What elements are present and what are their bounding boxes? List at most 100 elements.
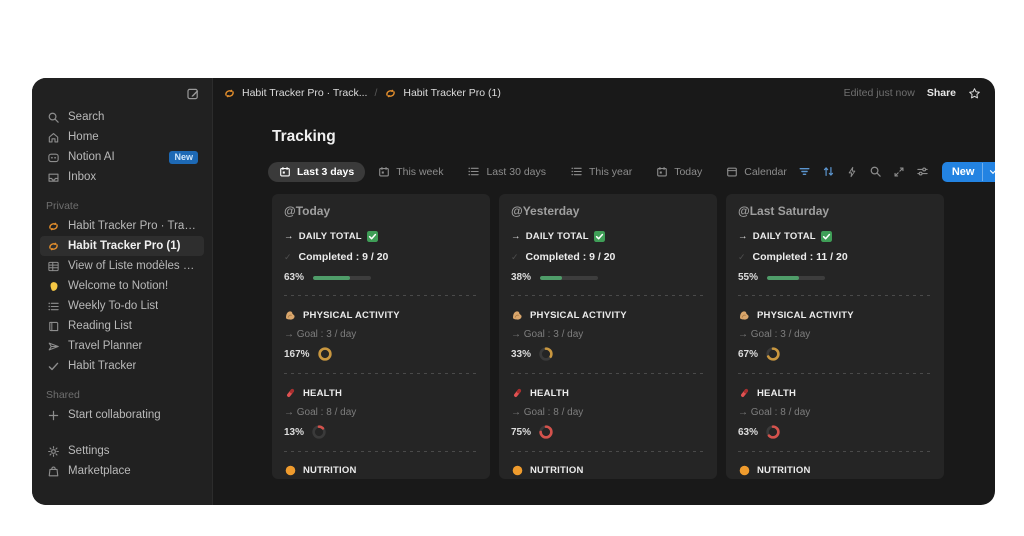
expand-icon[interactable] [893, 166, 905, 178]
breadcrumb-item[interactable]: Habit Tracker Pro · Track... [223, 87, 367, 100]
share-button[interactable]: Share [927, 87, 956, 99]
search-icon[interactable] [869, 165, 882, 178]
sidebar-item[interactable]: Welcome to Notion! [40, 276, 204, 296]
column-title: @Today [284, 204, 478, 218]
view-bar: Last 3 days This week Last 30 days This yea… [268, 161, 981, 182]
new-button-label[interactable]: New [942, 162, 983, 182]
sidebar-item-home[interactable]: Home [40, 127, 204, 147]
calendar-icon [378, 166, 390, 178]
habit-section-name: PHYSICAL ACTIVITY [303, 310, 400, 321]
daily-total-row: → DAILY TOTAL [511, 231, 705, 242]
view-tab-label: Today [674, 166, 702, 178]
view-tab-this-week[interactable]: This week [367, 162, 454, 182]
sidebar-item[interactable]: Weekly To-do List [40, 296, 204, 316]
sidebar-item[interactable]: Start collaborating [40, 405, 204, 425]
chevron-down-icon[interactable] [982, 163, 995, 181]
sidebar-item-label: Reading List [68, 320, 132, 332]
search-icon [46, 111, 60, 124]
sidebar-item[interactable]: Travel Planner [40, 336, 204, 356]
pill-icon [284, 387, 296, 399]
habit-percent: 67% [738, 349, 758, 360]
orange-dot-icon [284, 465, 296, 476]
completed-value: Completed : 11 / 20 [753, 251, 848, 263]
sort-icon[interactable] [822, 165, 835, 178]
new-button[interactable]: New [942, 162, 995, 182]
habit-logo-icon [384, 87, 397, 100]
column-title: @Yesterday [511, 204, 705, 218]
pill-icon [511, 387, 523, 399]
table-icon [46, 260, 60, 273]
habit-percent-row: 33% [511, 347, 705, 361]
sidebar-item-search[interactable]: Search [40, 107, 204, 127]
home-icon [46, 131, 60, 144]
sidebar-item-label: Habit Tracker Pro · Tracking habits [68, 220, 198, 232]
habit-section-name: NUTRITION [303, 465, 357, 476]
sidebar-item-label: Inbox [68, 171, 96, 183]
inbox-icon [46, 171, 60, 184]
list-icon [570, 165, 583, 178]
sidebar-item[interactable]: Habit Tracker Pro · Tracking habits [40, 216, 204, 236]
plane-icon [46, 340, 60, 353]
sidebar-item-label: Welcome to Notion! [68, 280, 168, 292]
habit-section-name: NUTRITION [530, 465, 584, 476]
notion-window: Search HomeNotion AINew Inbox Private Habit… [32, 78, 995, 505]
habit-goal: → Goal : 3 / day [738, 329, 932, 340]
board-column-card[interactable]: @Today → DAILY TOTAL ✓ Completed : 9 / 2… [272, 194, 490, 479]
view-tab-today[interactable]: Today [645, 162, 713, 182]
tune-icon[interactable] [916, 165, 929, 178]
breadcrumb: Habit Tracker Pro · Track.../Habit Track… [223, 87, 501, 100]
favorite-star-icon[interactable] [968, 87, 981, 100]
habit-percent: 75% [511, 427, 531, 438]
sidebar-section-label: Private [46, 200, 198, 212]
sidebar-item[interactable]: Reading List [40, 316, 204, 336]
sidebar-item-label: View of Liste modèles Notion (E... [68, 260, 198, 272]
view-tab-this-year[interactable]: This year [559, 161, 643, 182]
filter-icon[interactable] [798, 165, 811, 178]
progress-bar [767, 276, 825, 280]
sidebar-item[interactable]: View of Liste modèles Notion (E... [40, 256, 204, 276]
bag-icon [46, 465, 60, 478]
muscle-icon [284, 309, 296, 321]
view-tab-last-30-days[interactable]: Last 30 days [456, 161, 557, 182]
view-tab-label: Calendar [744, 166, 787, 178]
daily-percent-row: 63% [284, 272, 478, 283]
lightning-icon[interactable] [846, 166, 858, 178]
breadcrumb-item[interactable]: Habit Tracker Pro (1) [384, 87, 500, 100]
daily-total-label: DAILY TOTAL [753, 231, 816, 242]
view-tab-label: Last 30 days [486, 166, 546, 178]
progress-ring [766, 425, 780, 439]
board-column-card[interactable]: @Yesterday → DAILY TOTAL ✓ Completed : 9… [499, 194, 717, 479]
sidebar-item[interactable]: Habit Tracker Pro (1) [40, 236, 204, 256]
breadcrumb-label: Habit Tracker Pro · Track... [242, 87, 367, 99]
board-column-card[interactable]: @Last Saturday → DAILY TOTAL ✓ Completed… [726, 194, 944, 479]
sidebar-item-inbox[interactable]: Inbox [40, 167, 204, 187]
check-glyph-icon: ✓ [511, 252, 519, 263]
sidebar-item-notion-ai[interactable]: Notion AINew [40, 147, 204, 167]
habit-goal: → Goal : 8 / day [738, 407, 932, 418]
sidebar-item-label: Habit Tracker Pro (1) [68, 240, 180, 252]
checked-checkbox-icon [594, 231, 605, 242]
habit-section-name: HEALTH [757, 388, 796, 399]
sidebar-item-label: Habit Tracker [68, 360, 136, 372]
calendar-icon [279, 166, 291, 178]
habit-percent-row: 67% [738, 347, 932, 361]
list-icon [46, 300, 60, 313]
habit-goal: → Goal : 8 / day [284, 407, 478, 418]
check-glyph-icon: ✓ [738, 252, 746, 263]
column-title: @Last Saturday [738, 204, 932, 218]
view-tab-calendar[interactable]: Calendar [715, 162, 798, 182]
sidebar-item-settings[interactable]: Settings [40, 441, 204, 461]
completed-value: Completed : 9 / 20 [526, 251, 616, 263]
sidebar-item-marketplace[interactable]: Marketplace [40, 461, 204, 481]
view-tab-last-3-days[interactable]: Last 3 days [268, 162, 365, 182]
habit-section-title: NUTRITION [738, 465, 932, 476]
page-title: Tracking [272, 128, 995, 146]
progress-ring [539, 347, 553, 361]
daily-percent: 55% [738, 272, 758, 283]
progress-ring [766, 347, 780, 361]
sidebar-item-label: Search [68, 111, 104, 123]
view-tab-label: This week [396, 166, 443, 178]
sidebar-item[interactable]: Habit Tracker [40, 356, 204, 376]
dashed-divider [738, 295, 932, 296]
compose-icon[interactable] [186, 87, 200, 101]
